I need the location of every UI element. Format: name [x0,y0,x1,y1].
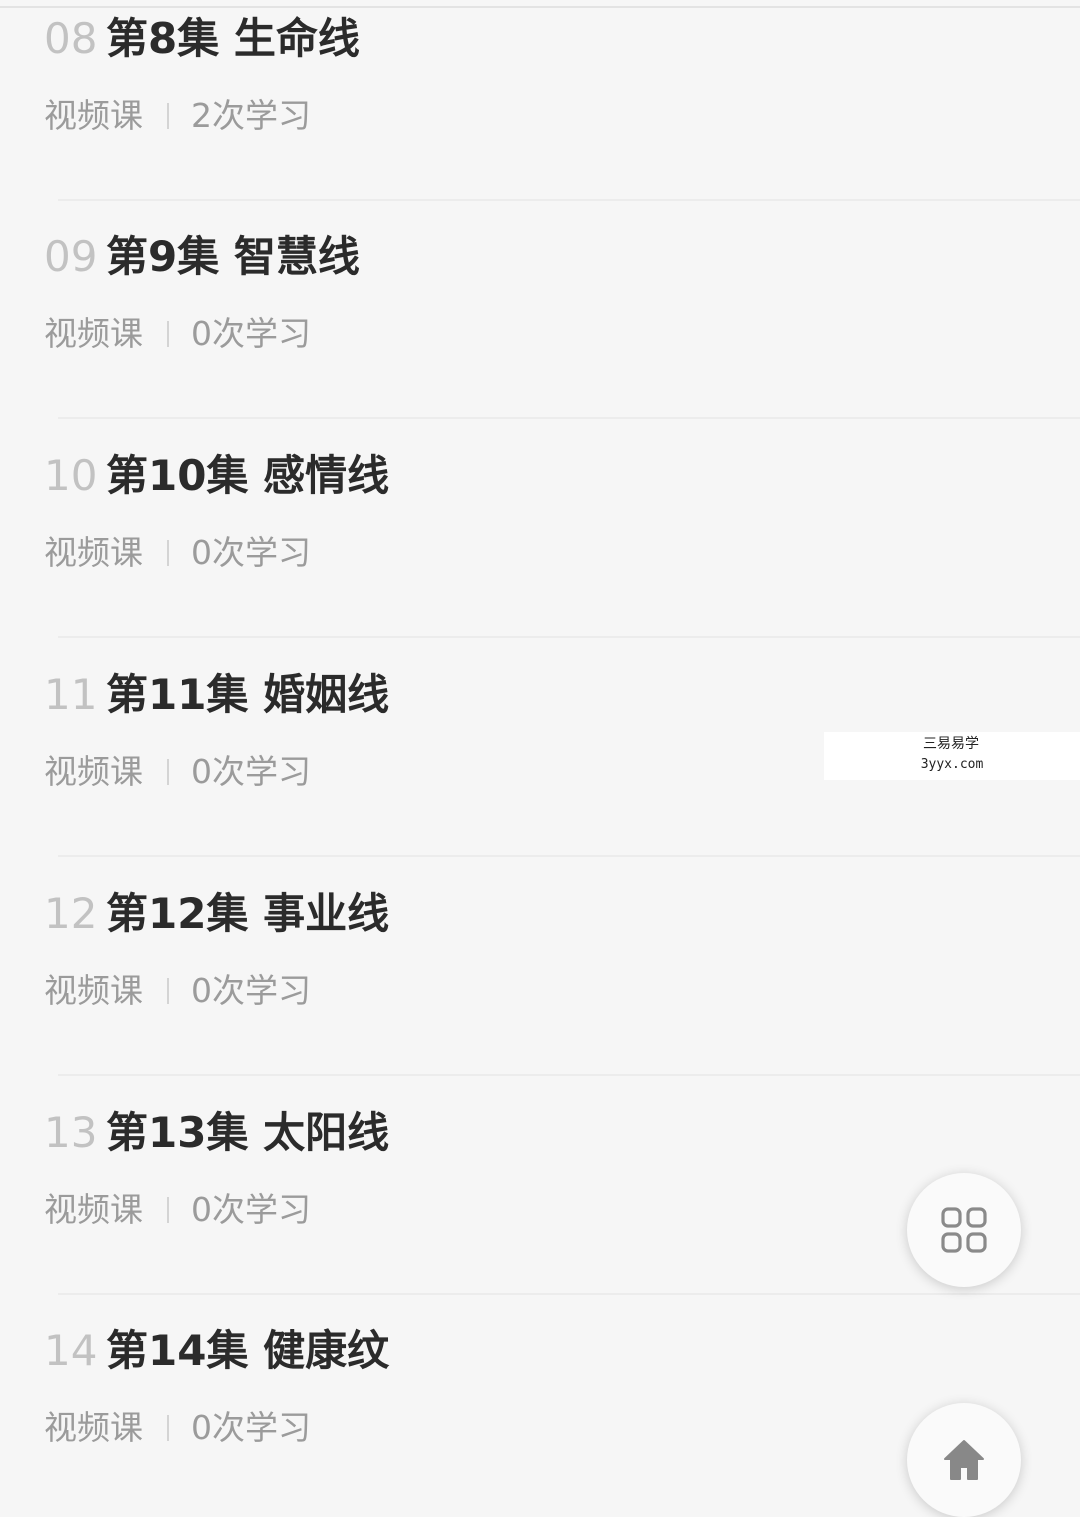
lesson-study-count: 0次学习 [191,1190,311,1229]
lesson-title: 第12集 事业线 [106,889,390,938]
lesson-divider [58,636,1080,638]
lesson-title: 第8集 生命线 [106,14,360,63]
lesson-item[interactable]: 12 第12集 事业线 视频课 0次学习 [0,858,1080,1076]
lesson-type: 视频课 [44,752,143,791]
lesson-type: 视频课 [44,533,143,572]
lesson-number: 12 [44,889,98,938]
lesson-item[interactable]: 08 第8集 生命线 视频课 2次学习 [0,0,1080,201]
lesson-number: 13 [44,1108,98,1157]
lesson-study-count: 0次学习 [191,1408,311,1447]
lesson-meta: 视频课 0次学习 [44,747,311,797]
lesson-study-count: 2次学习 [191,96,311,135]
lesson-title: 第10集 感情线 [106,451,390,500]
lesson-meta: 视频课 0次学习 [44,1403,311,1453]
lesson-type: 视频课 [44,96,143,135]
home-icon [944,1440,984,1480]
meta-separator [167,758,169,785]
lesson-title: 第14集 健康纹 [106,1326,390,1375]
lesson-title-row: 13 第13集 太阳线 [44,1097,389,1169]
lesson-study-count: 0次学习 [191,971,311,1010]
meta-separator [167,1196,169,1223]
meta-separator [167,539,169,566]
lesson-number: 09 [44,232,98,281]
meta-separator [167,102,169,129]
lesson-type: 视频课 [44,971,143,1010]
lesson-meta: 视频课 0次学习 [44,309,311,359]
lesson-item[interactable]: 09 第9集 智慧线 视频课 0次学习 [0,201,1080,419]
lesson-type: 视频课 [44,1190,143,1229]
lesson-title: 第11集 婚姻线 [106,670,390,719]
lesson-title: 第13集 太阳线 [106,1108,390,1157]
lesson-number: 10 [44,451,98,500]
lesson-study-count: 0次学习 [191,752,311,791]
lesson-number: 11 [44,670,98,719]
watermark-name: 三易易学 [923,736,979,752]
lesson-title-row: 10 第10集 感情线 [44,440,389,512]
lesson-title-row: 11 第11集 婚姻线 [44,659,389,731]
lesson-divider [58,1074,1080,1076]
meta-separator [167,977,169,1004]
lesson-title-row: 08 第8集 生命线 [44,3,360,75]
lesson-number: 08 [44,14,98,63]
lesson-type: 视频课 [44,1408,143,1447]
watermark-url: 3yyx.com [920,757,984,772]
lesson-type: 视频课 [44,314,143,353]
meta-separator [167,320,169,347]
lesson-study-count: 0次学习 [191,533,311,572]
lesson-meta: 视频课 0次学习 [44,528,311,578]
lesson-title-row: 12 第12集 事业线 [44,878,389,950]
watermark: 三易易学 3yyx.com [824,732,1080,780]
lesson-meta: 视频课 0次学习 [44,966,311,1016]
meta-separator [167,1414,169,1441]
grid-icon [941,1207,987,1253]
lesson-title-row: 14 第14集 健康纹 [44,1315,389,1387]
lesson-divider [58,417,1080,419]
lesson-title: 第9集 智慧线 [106,232,360,281]
lesson-number: 14 [44,1326,98,1375]
lesson-item[interactable]: 10 第10集 感情线 视频课 0次学习 [0,420,1080,638]
lesson-divider [58,855,1080,857]
home-button[interactable] [907,1403,1021,1517]
lesson-meta: 视频课 0次学习 [44,1185,311,1235]
grid-menu-button[interactable] [907,1173,1021,1287]
lesson-study-count: 0次学习 [191,314,311,353]
lesson-title-row: 09 第9集 智慧线 [44,221,360,293]
lesson-meta: 视频课 2次学习 [44,91,311,141]
